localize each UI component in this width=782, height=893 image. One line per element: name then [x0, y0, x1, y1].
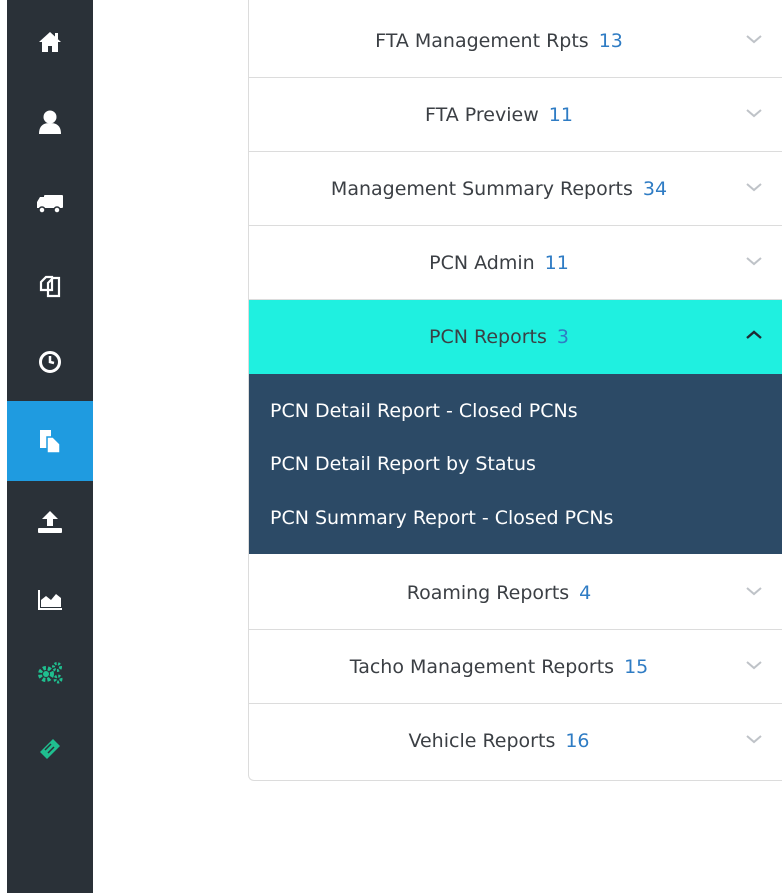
row-count: 11 — [548, 104, 573, 126]
accordion-row-pcn-reports[interactable]: PCN Reports 3 — [249, 300, 782, 374]
nav-home[interactable] — [7, 2, 93, 82]
chevron-down-icon[interactable] — [746, 256, 762, 266]
nav-analytics[interactable] — [7, 560, 93, 640]
copy-documents-icon — [39, 275, 61, 298]
submenu-item-pcn-summary-closed[interactable]: PCN Summary Report - Closed PCNs — [270, 507, 613, 537]
row-count: 16 — [565, 730, 590, 752]
sidebar — [7, 0, 93, 893]
chevron-down-icon[interactable] — [746, 660, 762, 670]
nav-reports[interactable] — [7, 401, 93, 481]
user-icon — [39, 110, 61, 134]
nav-upload[interactable] — [7, 482, 93, 562]
row-label: Roaming Reports — [406, 582, 570, 604]
accordion-row-pcn-admin[interactable]: PCN Admin 11 — [249, 226, 782, 300]
row-count: 11 — [544, 252, 569, 274]
nav-user[interactable] — [7, 82, 93, 162]
submenu-item-pcn-detail-by-status[interactable]: PCN Detail Report by Status — [270, 453, 536, 483]
row-label: Management Summary Reports — [330, 178, 633, 200]
reports-icon — [40, 430, 61, 454]
chevron-down-icon[interactable] — [746, 182, 762, 192]
chevron-down-icon[interactable] — [746, 734, 762, 744]
accordion-row-management-summary-reports[interactable]: Management Summary Reports 34 — [249, 152, 782, 226]
chevron-down-icon[interactable] — [746, 586, 762, 596]
nav-tickets[interactable] — [7, 709, 93, 789]
upload-icon — [38, 511, 62, 533]
nav-history[interactable] — [7, 322, 93, 402]
clock-icon — [39, 351, 61, 373]
nav-documents[interactable] — [7, 246, 93, 326]
chevron-down-icon[interactable] — [746, 108, 762, 118]
ticket-icon — [40, 739, 60, 759]
row-label: Vehicle Reports — [408, 730, 556, 752]
accordion-row-fta-preview[interactable]: FTA Preview 11 — [249, 78, 782, 152]
accordion-row-vehicle-reports[interactable]: Vehicle Reports 16 — [249, 704, 782, 778]
row-count: 4 — [579, 582, 592, 604]
accordion-row-roaming-reports[interactable]: Roaming Reports 4 — [249, 556, 782, 630]
row-count: 3 — [556, 326, 569, 348]
row-label: PCN Reports — [429, 326, 547, 348]
nav-settings[interactable] — [7, 633, 93, 713]
truck-icon — [37, 195, 63, 214]
nav-vehicles[interactable] — [7, 164, 93, 244]
chevron-up-icon[interactable] — [746, 330, 762, 340]
row-count: 34 — [642, 178, 668, 200]
row-label: FTA Management Rpts — [375, 30, 589, 52]
accordion-row-fta-management-rpts[interactable]: FTA Management Rpts 13 — [249, 4, 782, 78]
reports-accordion: FTA Management Rpts 13 FTA Preview 11 Mana… — [248, 0, 782, 781]
row-count: 13 — [598, 30, 623, 52]
row-label: Tacho Management Reports — [349, 656, 615, 678]
cogs-icon — [38, 662, 63, 684]
home-icon — [39, 32, 61, 52]
pcn-reports-submenu: PCN Detail Report - Closed PCNs PCN Deta… — [249, 374, 782, 554]
row-count: 15 — [624, 656, 649, 678]
row-label: PCN Admin — [429, 252, 535, 274]
chevron-down-icon[interactable] — [746, 34, 762, 44]
area-chart-icon — [38, 590, 62, 610]
accordion-row-tacho-management-reports[interactable]: Tacho Management Reports 15 — [249, 630, 782, 704]
submenu-item-pcn-detail-closed[interactable]: PCN Detail Report - Closed PCNs — [270, 400, 578, 430]
row-label: FTA Preview — [425, 104, 539, 126]
